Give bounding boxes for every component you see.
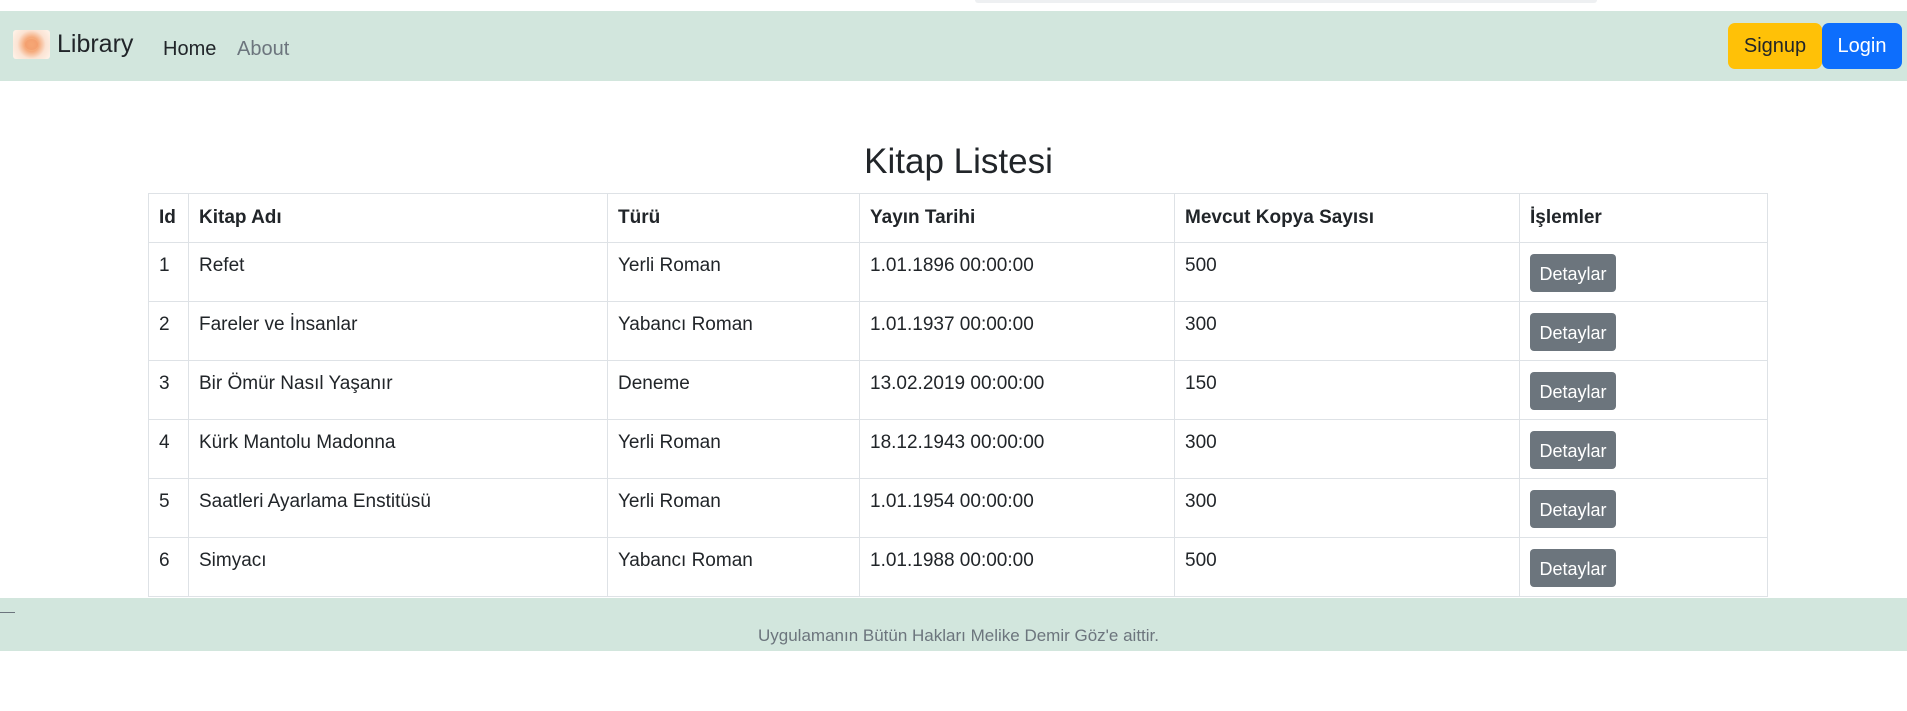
footer-copyright: Uygulamanın Bütün Hakları Melike Demir G… <box>757 626 1159 645</box>
details-button[interactable]: Detaylar <box>1530 372 1616 410</box>
details-button[interactable]: Detaylar <box>1530 490 1616 528</box>
column-header-id: Id <box>148 193 189 243</box>
details-button[interactable]: Detaylar <box>1530 313 1616 351</box>
nav-link-about[interactable]: About <box>237 37 289 61</box>
table-row: 6 Simyacı Yabancı Roman 1.01.1988 00:00:… <box>148 537 1768 597</box>
cell-id: 3 <box>148 360 189 420</box>
cell-name: Bir Ömür Nasıl Yaşanır <box>188 360 608 420</box>
cell-actions: Detaylar <box>1519 537 1768 597</box>
browser-top-strip <box>0 0 1907 11</box>
cell-id: 1 <box>148 242 189 302</box>
books-table-body: 1 Refet Yerli Roman 1.01.1896 00:00:00 5… <box>148 242 1768 597</box>
cell-date: 1.01.1896 00:00:00 <box>859 242 1175 302</box>
cell-date: 1.01.1954 00:00:00 <box>859 478 1175 538</box>
cell-copies: 300 <box>1174 301 1520 361</box>
details-button[interactable]: Detaylar <box>1530 549 1616 587</box>
column-header-date: Yayın Tarihi <box>859 193 1175 243</box>
column-header-type: Türü <box>607 193 860 243</box>
cell-actions: Detaylar <box>1519 419 1768 479</box>
brand-title: Library <box>57 30 134 58</box>
signup-button[interactable]: Signup <box>1728 23 1822 69</box>
table-row: 2 Fareler ve İnsanlar Yabancı Roman 1.01… <box>148 301 1768 361</box>
cell-id: 2 <box>148 301 189 361</box>
column-header-actions: İşlemler <box>1519 193 1768 243</box>
cell-date: 18.12.1943 00:00:00 <box>859 419 1175 479</box>
cell-actions: Detaylar <box>1519 301 1768 361</box>
cell-actions: Detaylar <box>1519 360 1768 420</box>
table-row: 5 Saatleri Ayarlama Enstitüsü Yerli Roma… <box>148 478 1768 538</box>
cell-id: 4 <box>148 419 189 479</box>
details-button[interactable]: Detaylar <box>1530 254 1616 292</box>
books-table: Id Kitap Adı Türü Yayın Tarihi Mevcut Ko… <box>148 193 1768 597</box>
footer: Uygulamanın Bütün Hakları Melike Demir G… <box>0 598 1907 651</box>
cell-name: Refet <box>188 242 608 302</box>
cell-type: Deneme <box>607 360 860 420</box>
cell-type: Yabancı Roman <box>607 301 860 361</box>
browser-tab-edge <box>975 0 1597 3</box>
cell-name: Fareler ve İnsanlar <box>188 301 608 361</box>
navbar: Library Home About Signup Login <box>0 11 1907 81</box>
column-header-copies: Mevcut Kopya Sayısı <box>1174 193 1520 243</box>
footer-divider <box>0 612 15 613</box>
cell-date: 1.01.1988 00:00:00 <box>859 537 1175 597</box>
cell-copies: 500 <box>1174 242 1520 302</box>
login-button[interactable]: Login <box>1822 23 1902 69</box>
cell-type: Yerli Roman <box>607 478 860 538</box>
cell-date: 1.01.1937 00:00:00 <box>859 301 1175 361</box>
cell-name: Saatleri Ayarlama Enstitüsü <box>188 478 608 538</box>
details-button[interactable]: Detaylar <box>1530 431 1616 469</box>
nav-link-home[interactable]: Home <box>163 37 216 61</box>
cell-name: Simyacı <box>188 537 608 597</box>
cell-copies: 300 <box>1174 419 1520 479</box>
cell-date: 13.02.2019 00:00:00 <box>859 360 1175 420</box>
cell-copies: 500 <box>1174 537 1520 597</box>
table-row: 3 Bir Ömür Nasıl Yaşanır Deneme 13.02.20… <box>148 360 1768 420</box>
page-title: Kitap Listesi <box>864 142 1053 181</box>
cell-copies: 150 <box>1174 360 1520 420</box>
cell-copies: 300 <box>1174 478 1520 538</box>
cell-type: Yerli Roman <box>607 419 860 479</box>
cell-type: Yerli Roman <box>607 242 860 302</box>
books-table-header: Id Kitap Adı Türü Yayın Tarihi Mevcut Ko… <box>148 193 1768 243</box>
library-logo-icon <box>13 29 50 59</box>
table-row: 1 Refet Yerli Roman 1.01.1896 00:00:00 5… <box>148 242 1768 302</box>
column-header-name: Kitap Adı <box>188 193 608 243</box>
cell-actions: Detaylar <box>1519 478 1768 538</box>
cell-name: Kürk Mantolu Madonna <box>188 419 608 479</box>
cell-id: 6 <box>148 537 189 597</box>
table-header-row: Id Kitap Adı Türü Yayın Tarihi Mevcut Ko… <box>148 193 1768 243</box>
cell-id: 5 <box>148 478 189 538</box>
cell-actions: Detaylar <box>1519 242 1768 302</box>
brand-link[interactable]: Library <box>13 28 133 60</box>
table-row: 4 Kürk Mantolu Madonna Yerli Roman 18.12… <box>148 419 1768 479</box>
cell-type: Yabancı Roman <box>607 537 860 597</box>
